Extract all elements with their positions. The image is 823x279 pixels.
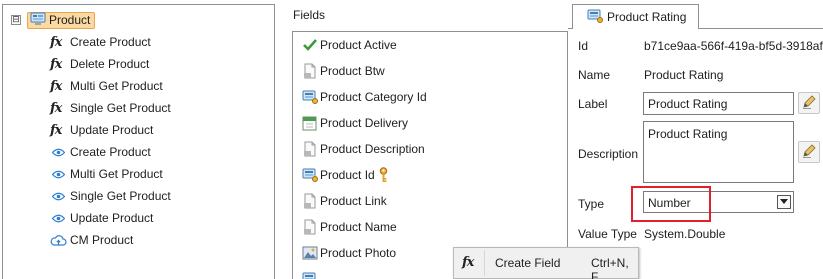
fx-icon: fx [50, 78, 62, 94]
fx-icon: fx [462, 255, 474, 270]
field-item-label: Product Btw [320, 64, 385, 78]
image-icon [301, 245, 318, 261]
calendar-icon [301, 115, 318, 131]
field-item[interactable]: Product Category Id [293, 84, 567, 110]
edit-description-button[interactable] [798, 141, 820, 163]
field-item-label: Product Photo [320, 246, 397, 260]
properties-panel: Id b71ce9aa-566f-419a-bf5d-3918af Name P… [568, 28, 823, 279]
field-item-label: Product Delivery [320, 116, 409, 130]
entity-icon [30, 12, 46, 29]
tree-root-label: Product [49, 13, 91, 27]
description-field[interactable]: Product Rating [643, 121, 794, 183]
tree-item-label: Single Get Product [70, 189, 171, 203]
field-item-label: Product Active [320, 38, 397, 52]
tree-item[interactable]: fx Single Get Product [50, 97, 171, 119]
document-icon [301, 141, 318, 157]
create-field-label: Create Field [495, 256, 561, 270]
pencil-icon [801, 94, 817, 113]
id-label: Id [578, 39, 589, 53]
field-item[interactable]: Product Name [293, 214, 567, 240]
label-field[interactable]: Product Rating [643, 92, 794, 115]
primary-key-icon [379, 167, 388, 183]
value-type-value: System.Double [644, 227, 726, 241]
document-icon [301, 63, 318, 79]
tree-item-label: Update Product [70, 211, 154, 225]
document-icon [301, 193, 318, 209]
tree-item-label: Multi Get Product [70, 79, 163, 93]
fx-icon: fx [50, 56, 62, 72]
solution-tree: ⊟ Product fx Create Product fx Delete Produ… [2, 4, 275, 279]
eye-icon [52, 192, 66, 201]
tree-item[interactable]: fx Multi Get Product [50, 75, 171, 97]
field-item[interactable]: Product Id [293, 162, 567, 188]
edit-label-button[interactable] [798, 92, 820, 114]
tree-item[interactable]: fx Delete Product [50, 53, 171, 75]
type-highlight-box [631, 186, 711, 222]
fields-title: Fields [293, 8, 326, 22]
document-icon [301, 219, 318, 235]
field-item[interactable]: Product Description [293, 136, 567, 162]
description-field-value: Product Rating [648, 127, 728, 141]
type-label: Type [578, 197, 605, 211]
id-value: b71ce9aa-566f-419a-bf5d-3918af [644, 39, 823, 53]
tree-item[interactable]: fx Update Product [50, 119, 171, 141]
tree-children: fx Create Product fx Delete Product fx Multi … [50, 31, 171, 251]
field-item[interactable]: Product Active [293, 32, 567, 58]
tree-item-label: Update Product [70, 123, 154, 137]
tree-root-product[interactable]: ⊟ Product [11, 11, 96, 29]
tree-item[interactable]: fx Create Product [50, 31, 171, 53]
field-item[interactable]: Product Btw [293, 58, 567, 84]
field-item-label: Product Name [320, 220, 397, 234]
tree-item[interactable]: Multi Get Product [50, 163, 171, 185]
dropdown-arrow-icon[interactable] [777, 195, 791, 209]
entity-ref-icon [301, 89, 318, 105]
field-item[interactable]: Product Link [293, 188, 567, 214]
tree-item-label: CM Product [70, 233, 134, 247]
tree-item-label: Single Get Product [70, 101, 171, 115]
field-item-label: Product Category Id [320, 90, 427, 104]
tree-item-label: Create Product [70, 145, 151, 159]
checkmark-icon [301, 37, 318, 53]
eye-icon [52, 214, 66, 223]
entity-ref-icon [301, 271, 318, 279]
field-item-label: Product Link [320, 194, 387, 208]
fields-list: Product Active Product Btw Product Categor… [292, 31, 568, 279]
entity-ref-icon [301, 167, 318, 183]
fx-icon: fx [50, 34, 62, 50]
tab-product-rating[interactable]: Product Rating [572, 4, 699, 29]
tree-root-chip[interactable]: Product [27, 11, 96, 29]
value-type-label: Value Type [578, 227, 637, 241]
tree-item[interactable]: Single Get Product [50, 185, 171, 207]
tree-item[interactable]: CM Product [50, 229, 171, 251]
tree-item-label: Multi Get Product [70, 167, 163, 181]
tab-label: Product Rating [607, 10, 687, 24]
eye-icon [52, 170, 66, 179]
fx-icon: fx [50, 100, 62, 116]
tree-item-label: Create Product [70, 35, 151, 49]
cloud-upload-icon [50, 234, 68, 247]
tree-item-label: Delete Product [70, 57, 150, 71]
label-field-value: Product Rating [648, 97, 728, 111]
menu-icon-separator [484, 250, 485, 276]
description-label: Description [578, 147, 639, 161]
fx-icon: fx [50, 122, 62, 138]
pencil-icon [801, 143, 817, 162]
eye-icon [52, 148, 66, 157]
entity-ref-icon [587, 9, 603, 26]
field-item-label: Product Description [320, 142, 425, 156]
tree-item[interactable]: Create Product [50, 141, 171, 163]
tree-item[interactable]: Update Product [50, 207, 171, 229]
name-label: Name [578, 68, 611, 82]
name-value: Product Rating [644, 68, 724, 82]
field-item[interactable]: Product Delivery [293, 110, 567, 136]
collapse-icon[interactable]: ⊟ [11, 15, 21, 25]
label-label: Label [578, 97, 608, 111]
field-item-label: Product Id [320, 168, 375, 182]
